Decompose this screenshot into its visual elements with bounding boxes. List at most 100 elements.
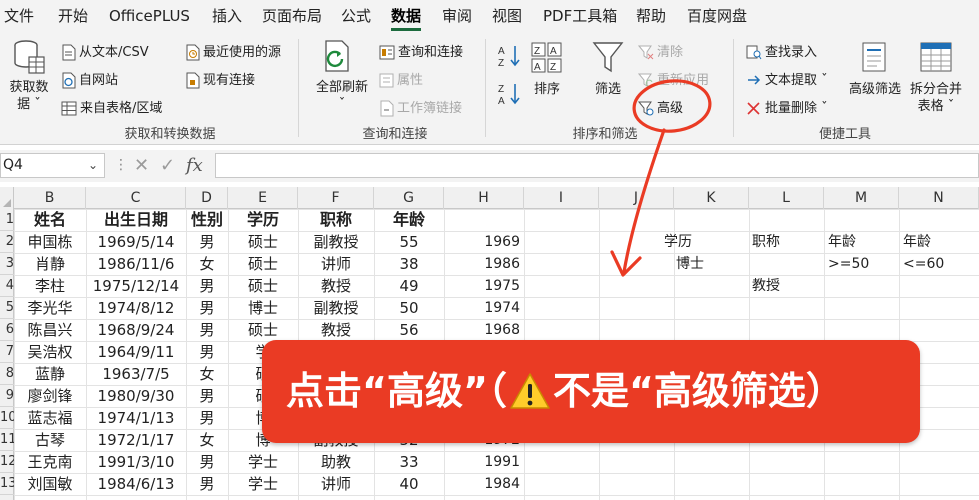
row-header[interactable]: 4 <box>0 275 14 297</box>
cell-education[interactable]: 学士 <box>228 473 298 495</box>
menu-baidu-pan[interactable]: 百度网盘 <box>687 0 747 33</box>
header-cell-gender[interactable]: 性别 <box>186 209 228 231</box>
cell-birthdate[interactable]: 1968/9/24 <box>86 319 186 341</box>
cell-age[interactable]: 56 <box>374 319 444 341</box>
cell-age[interactable]: 50 <box>374 297 444 319</box>
column-header[interactable]: K <box>674 187 749 209</box>
advanced-filter-button[interactable]: 高级 <box>638 97 683 116</box>
cell-gender[interactable]: 男 <box>186 407 228 429</box>
cell-gender[interactable]: 女 <box>186 363 228 385</box>
cell-gender[interactable]: 男 <box>186 451 228 473</box>
criteria-value-education[interactable]: 博士 <box>676 253 736 275</box>
cell-name[interactable]: 古琴 <box>14 429 86 451</box>
column-header[interactable]: M <box>824 187 899 209</box>
cell-title[interactable]: 讲师 <box>298 253 374 275</box>
row-header[interactable]: 8 <box>0 363 14 385</box>
cell-name[interactable]: 王克南 <box>14 451 86 473</box>
header-cell-name[interactable]: 姓名 <box>14 209 86 231</box>
row-header[interactable]: 13 <box>0 473 14 495</box>
reapply-button[interactable]: 重新应用 <box>638 69 709 88</box>
sort-button[interactable]: Z A A Z 排序 <box>528 41 566 101</box>
cell-birth-year[interactable]: 1984 <box>444 473 520 495</box>
row-header[interactable]: 11 <box>0 429 14 451</box>
text-extract-button[interactable]: 文本提取 ˇ <box>746 69 828 88</box>
criteria-header-age-min[interactable]: 年龄 <box>828 231 888 253</box>
menu-review[interactable]: 审阅 <box>442 0 472 33</box>
cell-title[interactable]: 讲师 <box>298 473 374 495</box>
cell-gender[interactable]: 男 <box>186 231 228 253</box>
header-cell-birthdate[interactable]: 出生日期 <box>86 209 186 231</box>
column-header[interactable]: D <box>186 187 228 209</box>
cell-title[interactable]: 副教授 <box>298 231 374 253</box>
cell-education[interactable]: 博士 <box>228 297 298 319</box>
header-cell-age[interactable]: 年龄 <box>374 209 444 231</box>
queries-connections-button[interactable]: 查询和连接 <box>379 41 463 60</box>
menu-insert[interactable]: 插入 <box>212 0 242 33</box>
cell-birth-year[interactable]: 1969 <box>444 231 520 253</box>
column-header[interactable]: N <box>899 187 979 209</box>
batch-delete-button[interactable]: 批量删除 ˇ <box>746 97 828 116</box>
cell-birth-year[interactable]: 1974 <box>444 297 520 319</box>
cell-birthdate[interactable]: 1980/9/30 <box>86 385 186 407</box>
column-header[interactable]: J <box>599 187 674 209</box>
cell-gender[interactable]: 男 <box>186 297 228 319</box>
cell-birthdate[interactable]: 1975/12/14 <box>86 275 186 297</box>
cell-age[interactable]: 55 <box>374 231 444 253</box>
row-header[interactable]: 2 <box>0 231 14 253</box>
cell-name[interactable]: 李柱 <box>14 275 86 297</box>
from-text-csv-button[interactable]: 从文本/CSV <box>61 41 149 61</box>
cell-gender[interactable]: 女 <box>186 253 228 275</box>
cell-title[interactable]: 教授 <box>298 319 374 341</box>
cell-name[interactable]: 申国栋 <box>14 231 86 253</box>
select-all-corner[interactable] <box>0 187 14 209</box>
cell-gender[interactable]: 男 <box>186 341 228 363</box>
cell-name[interactable]: 蓝静 <box>14 363 86 385</box>
menu-view[interactable]: 视图 <box>492 0 522 33</box>
criteria-header-education[interactable]: 学历 <box>664 231 724 253</box>
existing-connections-button[interactable]: 现有连接 <box>185 69 255 89</box>
cell-title[interactable]: 助教 <box>298 451 374 473</box>
from-web-button[interactable]: 自网站 <box>61 69 118 89</box>
cancel-icon[interactable]: ✕ <box>134 153 149 178</box>
sort-az-button[interactable]: A Z <box>497 43 523 69</box>
cell-birth-year[interactable]: 1991 <box>444 451 520 473</box>
cell-birthdate[interactable]: 1972/1/17 <box>86 429 186 451</box>
cell-age[interactable]: 49 <box>374 275 444 297</box>
cell-name[interactable]: 蓝志福 <box>14 407 86 429</box>
formula-input[interactable] <box>215 153 979 178</box>
cell-name[interactable]: 刘国敏 <box>14 473 86 495</box>
menu-file[interactable]: 文件 <box>4 0 34 33</box>
sort-za-button[interactable]: Z A <box>497 81 523 107</box>
cell-birth-year[interactable]: 1975 <box>444 275 520 297</box>
cell-education[interactable]: 硕士 <box>228 231 298 253</box>
recent-sources-button[interactable]: 最近使用的源 <box>185 41 281 61</box>
menu-formulas[interactable]: 公式 <box>341 0 371 33</box>
column-header[interactable]: I <box>524 187 599 209</box>
get-data-button[interactable]: 获取数 据 ˇ <box>4 39 54 119</box>
criteria-value-title[interactable]: 教授 <box>752 275 812 297</box>
column-header[interactable]: F <box>298 187 374 209</box>
row-header[interactable]: 7 <box>0 341 14 363</box>
cell-gender[interactable]: 男 <box>186 385 228 407</box>
cell-birthdate[interactable]: 1974/8/12 <box>86 297 186 319</box>
cell-name[interactable]: 肖静 <box>14 253 86 275</box>
more-options-icon[interactable]: ⋮ <box>114 153 128 178</box>
cell-name[interactable]: 廖剑锋 <box>14 385 86 407</box>
cell-birthdate[interactable]: 1969/5/14 <box>86 231 186 253</box>
cell-education[interactable]: 硕士 <box>228 253 298 275</box>
row-header[interactable]: 5 <box>0 297 14 319</box>
cell-age[interactable]: 40 <box>374 473 444 495</box>
menu-home[interactable]: 开始 <box>58 0 88 33</box>
column-header[interactable]: C <box>86 187 186 209</box>
column-header[interactable]: E <box>228 187 298 209</box>
refresh-all-button[interactable]: 全部刷新 ˇ <box>312 39 372 119</box>
menu-help[interactable]: 帮助 <box>636 0 666 33</box>
properties-button[interactable]: 属性 <box>379 69 423 88</box>
cell-education[interactable]: 硕士 <box>228 275 298 297</box>
row-header[interactable]: 12 <box>0 451 14 473</box>
filter-button[interactable]: 筛选 <box>588 41 628 101</box>
cell-birthdate[interactable]: 1974/1/13 <box>86 407 186 429</box>
criteria-value-age-max[interactable]: <=60 <box>903 253 963 275</box>
clear-filter-button[interactable]: 清除 <box>638 41 683 60</box>
cell-gender[interactable]: 女 <box>186 429 228 451</box>
